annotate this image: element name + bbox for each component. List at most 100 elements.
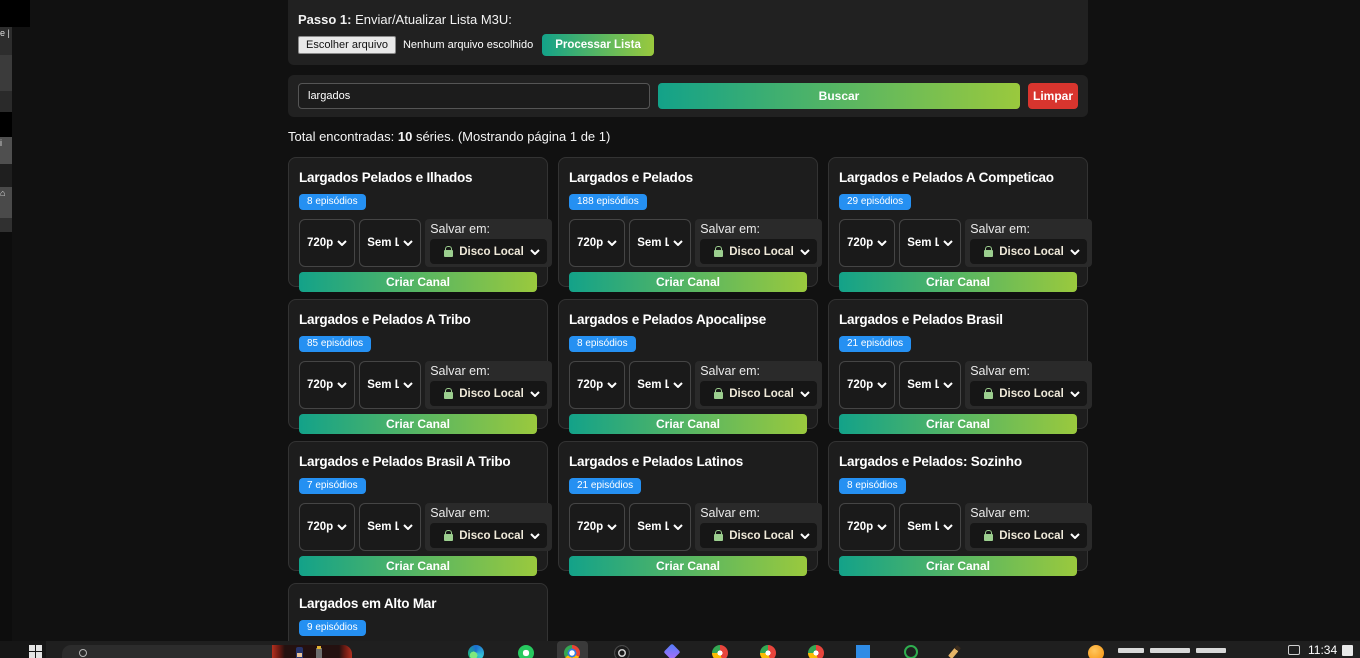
card-controls: 720p Sem Logo Salvar em: Disco Local — [839, 503, 1077, 551]
dark-app-icon[interactable] — [614, 645, 630, 658]
quality-select[interactable]: 720p — [299, 361, 355, 409]
logo-select[interactable]: Sem Logo — [359, 219, 421, 267]
notification-icon[interactable] — [1342, 645, 1353, 656]
logo-select[interactable]: Sem Logo — [359, 503, 421, 551]
file-row: Escolher arquivo Nenhum arquivo escolhid… — [298, 34, 1078, 56]
purple-diamond-icon[interactable] — [664, 644, 681, 658]
card-controls: 720p Sem Logo Salvar em: Disco Local — [839, 361, 1077, 409]
save-target-select[interactable]: Disco Local — [430, 523, 547, 548]
save-target-select[interactable]: Disco Local — [700, 381, 817, 406]
series-card: Largados e Pelados Brasil A Tribo 7 epis… — [288, 441, 548, 571]
upload-panel: Passo 1: Enviar/Atualizar Lista M3U: Esc… — [288, 0, 1088, 65]
card-controls: 720p Sem Logo Salvar em: Disco Local — [299, 361, 537, 409]
quality-select[interactable]: 720p — [839, 503, 895, 551]
lock-icon — [444, 534, 453, 541]
series-title: Largados e Pelados Latinos — [569, 454, 807, 469]
chevron-down-icon — [877, 382, 887, 388]
lock-icon — [714, 534, 723, 541]
quality-select[interactable]: 720p — [299, 503, 355, 551]
save-group: Salvar em: Disco Local — [695, 219, 822, 267]
save-label: Salvar em: — [700, 222, 817, 236]
logo-select[interactable]: Sem Logo — [899, 219, 961, 267]
logo-select[interactable]: Sem Logo — [629, 219, 691, 267]
green-app-icon[interactable] — [518, 645, 534, 658]
quality-select-value: 720p — [577, 237, 603, 249]
tray-icon[interactable] — [1288, 645, 1300, 655]
clock[interactable]: 11:34 — [1308, 643, 1337, 657]
step-label-rest: Enviar/Atualizar Lista M3U: — [351, 12, 511, 27]
save-target-select[interactable]: Disco Local — [970, 523, 1087, 548]
logo-select-value: Sem Logo — [907, 521, 939, 533]
save-group: Salvar em: Disco Local — [965, 219, 1092, 267]
fragment-bar2 — [0, 218, 12, 232]
search-button[interactable]: Buscar — [658, 83, 1020, 109]
red-app-icon[interactable] — [712, 645, 728, 658]
taskbar-search-box[interactable] — [62, 645, 352, 658]
fragment-mid-text: i — [0, 137, 12, 164]
chevron-down-icon — [877, 524, 887, 530]
orange-app-icon[interactable] — [1088, 645, 1104, 658]
create-channel-button[interactable]: Criar Canal — [839, 556, 1077, 576]
quality-select[interactable]: 720p — [569, 361, 625, 409]
quality-select-value: 720p — [307, 521, 333, 533]
pencil-icon[interactable] — [948, 645, 961, 658]
save-target-select[interactable]: Disco Local — [700, 523, 817, 548]
process-list-button[interactable]: Processar Lista — [542, 34, 654, 56]
series-card: Largados e Pelados 188 episódios 720p Se… — [558, 157, 818, 287]
create-channel-button[interactable]: Criar Canal — [839, 272, 1077, 292]
quality-select[interactable]: 720p — [299, 219, 355, 267]
chevron-down-icon — [1070, 249, 1080, 255]
save-target-value: Disco Local — [729, 530, 794, 542]
search-panel: Buscar Limpar — [288, 75, 1088, 117]
logo-select[interactable]: Sem Logo — [629, 503, 691, 551]
quality-select[interactable]: 720p — [839, 361, 895, 409]
logo-select[interactable]: Sem Logo — [899, 361, 961, 409]
create-channel-button[interactable]: Criar Canal — [569, 556, 807, 576]
file-choose-button[interactable]: Escolher arquivo — [298, 36, 396, 54]
logo-select[interactable]: Sem Logo — [359, 361, 421, 409]
save-target-value: Disco Local — [729, 388, 794, 400]
chevron-down-icon — [943, 240, 953, 246]
background-window-fragment: e | i ⌂ — [0, 0, 12, 642]
chevron-down-icon — [800, 391, 810, 397]
quality-select-value: 720p — [307, 237, 333, 249]
lock-icon — [444, 392, 453, 399]
save-target-select[interactable]: Disco Local — [430, 239, 547, 264]
quality-select[interactable]: 720p — [839, 219, 895, 267]
save-target-value: Disco Local — [999, 388, 1064, 400]
save-label: Salvar em: — [970, 506, 1087, 520]
chrome-icon[interactable] — [564, 645, 580, 658]
save-target-select[interactable]: Disco Local — [700, 239, 817, 264]
create-channel-button[interactable]: Criar Canal — [839, 414, 1077, 434]
edge-icon[interactable] — [468, 645, 484, 658]
search-icon — [79, 649, 87, 657]
windows-start-icon[interactable] — [29, 645, 42, 658]
save-target-select[interactable]: Disco Local — [430, 381, 547, 406]
clear-button[interactable]: Limpar — [1028, 83, 1078, 109]
save-target-select[interactable]: Disco Local — [970, 239, 1087, 264]
code-app-icon[interactable] — [856, 645, 870, 658]
chevron-down-icon — [673, 524, 683, 530]
lock-icon — [444, 250, 453, 257]
create-channel-button[interactable]: Criar Canal — [569, 414, 807, 434]
lock-icon — [984, 534, 993, 541]
create-channel-button[interactable]: Criar Canal — [299, 556, 537, 576]
green-ring-icon[interactable] — [904, 645, 918, 658]
series-title: Largados e Pelados: Sozinho — [839, 454, 1077, 469]
logo-select[interactable]: Sem Logo — [629, 361, 691, 409]
save-target-select[interactable]: Disco Local — [970, 381, 1087, 406]
red-app-icon[interactable] — [808, 645, 824, 658]
create-channel-button[interactable]: Criar Canal — [299, 414, 537, 434]
red-app-icon[interactable] — [760, 645, 776, 658]
episodes-badge: 8 episódios — [569, 336, 636, 352]
create-channel-button[interactable]: Criar Canal — [569, 272, 807, 292]
search-input[interactable] — [298, 83, 650, 109]
logo-select[interactable]: Sem Logo — [899, 503, 961, 551]
quality-select[interactable]: 720p — [569, 219, 625, 267]
chevron-down-icon — [877, 240, 887, 246]
save-label: Salvar em: — [970, 222, 1087, 236]
create-channel-button[interactable]: Criar Canal — [299, 272, 537, 292]
quality-select[interactable]: 720p — [569, 503, 625, 551]
step-label: Passo 1: Enviar/Atualizar Lista M3U: — [298, 12, 1078, 27]
lock-icon — [714, 250, 723, 257]
